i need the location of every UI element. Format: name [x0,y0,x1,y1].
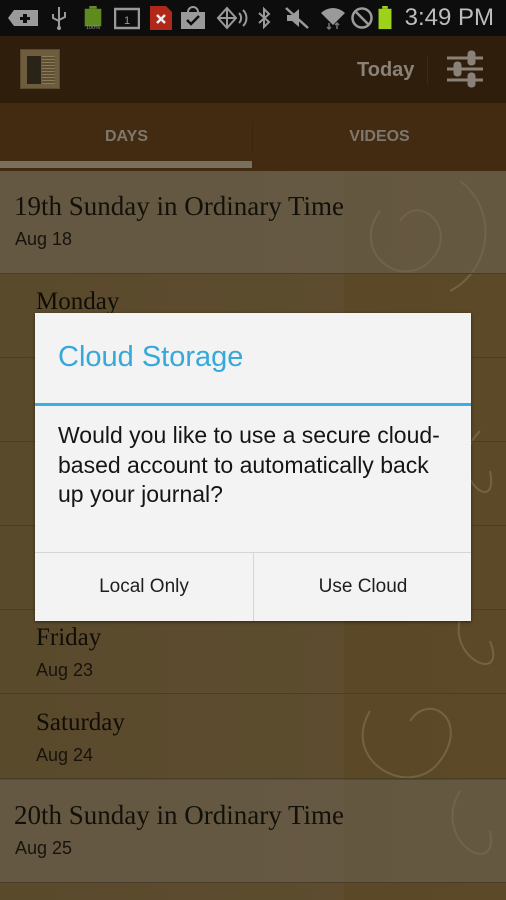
book-page-left [27,56,41,84]
book-page-right [42,56,55,84]
svg-text:1: 1 [124,15,130,27]
selected-tab-indicator [0,161,252,168]
dialog-button-bar: Local Only Use Cloud [35,552,471,621]
svg-text:100%: 100% [86,25,100,30]
status-bar: 100% 1 3:49 PM [0,0,506,36]
dialog-title: Cloud Storage [58,341,244,373]
week-header[interactable]: 20th Sunday in Ordinary Time Aug 25 [0,780,506,883]
nfc-icon [216,6,248,30]
dialog-message: Would you like to use a secure cloud-bas… [58,422,440,507]
day-title: Saturday [36,709,125,736]
dialog-title-divider [35,403,471,406]
week-title: 19th Sunday in Ordinary Time [14,191,345,221]
list-item[interactable]: Friday Aug 23 [0,610,506,694]
cloud-storage-dialog: Cloud Storage Would you like to use a se… [35,313,471,621]
today-button[interactable]: Today [347,56,424,84]
clock: 3:49 PM [404,4,494,31]
week-title: 20th Sunday in Ordinary Time [14,800,345,830]
play-store-icon [181,6,205,29]
calendar-icon: 1 [114,7,140,30]
filter-settings-icon[interactable] [445,50,485,88]
use-cloud-button[interactable]: Use Cloud [254,553,472,621]
add-notification-icon [8,10,38,26]
day-date: Aug 23 [36,660,94,680]
day-date: Aug 24 [36,745,94,765]
battery-100-icon: 100% [84,6,102,30]
list-item[interactable]: Saturday Aug 24 [0,695,506,779]
error-file-icon [150,6,172,30]
wifi-icon [321,8,345,30]
mute-icon [285,7,309,29]
day-title: Monday [36,288,120,315]
week-date: Aug 25 [15,838,73,858]
app-logo-icon[interactable] [20,49,60,89]
bluetooth-icon [258,6,271,30]
action-bar-divider [427,56,428,84]
battery-icon [378,6,392,30]
no-sign-icon [351,7,373,29]
tab-videos[interactable]: VIDEOS [253,103,506,171]
action-bar: Today [0,36,506,103]
week-date: Aug 18 [15,229,73,249]
week-header[interactable]: 19th Sunday in Ordinary Time Aug 18 [0,171,506,274]
usb-icon [52,7,66,30]
local-only-button[interactable]: Local Only [35,553,253,621]
day-title: Friday [36,624,102,651]
